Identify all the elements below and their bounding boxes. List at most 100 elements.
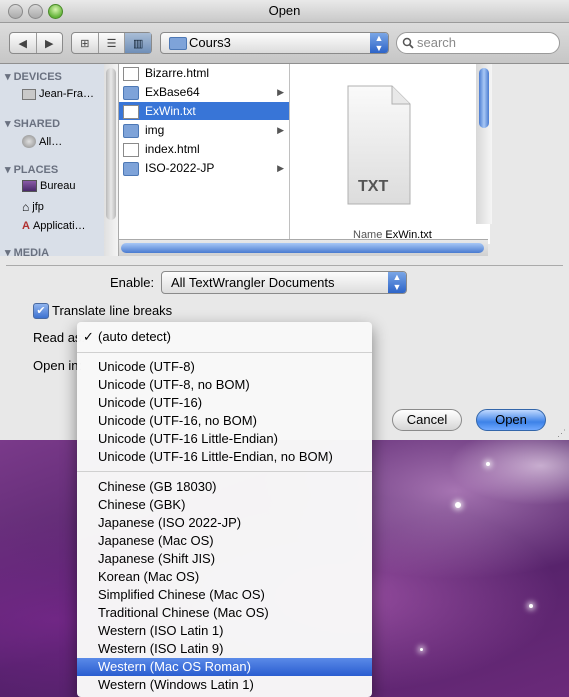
sidebar-header-places: ▾ PLACES (5, 164, 59, 176)
menu-item[interactable]: Western (ISO Latin 9) (77, 640, 372, 658)
menu-item[interactable]: Unicode (UTF-16 Little-Endian, no BOM) (77, 448, 372, 466)
chevron-right-icon: ▶ (45, 37, 54, 50)
file-name: ExWin.txt (145, 104, 196, 118)
checkmark-icon: ✔ (36, 305, 46, 317)
sidebar-item-label: All… (39, 135, 63, 148)
document-icon (123, 143, 139, 157)
translate-line-breaks-checkbox[interactable]: ✔ (33, 303, 49, 319)
path-popup[interactable]: Cours3 ▲ ▼ (160, 32, 389, 54)
file-name: ISO-2022-JP (145, 161, 215, 175)
popup-arrows-icon: ▲ ▼ (370, 33, 388, 53)
enable-value: All TextWrangler Documents (171, 275, 335, 290)
close-window-button[interactable] (8, 4, 23, 19)
document-icon (123, 105, 139, 119)
folder-row[interactable]: ISO-2022-JP ▶ (119, 159, 289, 177)
menu-item[interactable]: Unicode (UTF-16) (77, 394, 372, 412)
folder-icon (123, 162, 139, 176)
search-icon (402, 37, 414, 49)
sidebar-item-label: Jean-Fra… (39, 88, 95, 100)
folder-icon (123, 124, 139, 138)
list-view-button[interactable]: ☰ (99, 33, 126, 53)
sidebar: ▾ DEVICES Jean-Fra… ▾ SHARED All… ▾ PLAC… (0, 64, 119, 256)
menu-item[interactable]: Unicode (UTF-8) (77, 358, 372, 376)
sidebar-item-label: Bureau (40, 180, 76, 192)
menu-item-highlighted[interactable]: Western (Mac OS Roman) (77, 658, 372, 676)
sidebar-item-bureau[interactable]: Bureau (22, 180, 75, 192)
sidebar-item-applications[interactable]: A Applicati… (22, 220, 86, 232)
list-icon: ☰ (106, 37, 117, 50)
disclosure-arrow-icon: ▶ (277, 125, 284, 135)
horizontal-scrollbar[interactable] (119, 239, 488, 257)
open-button[interactable]: Open (476, 409, 546, 431)
minimize-window-button[interactable] (28, 4, 43, 19)
title-bar: Open (0, 0, 569, 23)
forward-button[interactable]: ▶ (37, 33, 63, 53)
column-view-button[interactable]: ▥ (125, 33, 152, 53)
popup-arrows-icon: ▲ ▼ (388, 272, 406, 293)
sidebar-item-computer[interactable]: Jean-Fra… (22, 88, 94, 100)
star-sparkle (420, 648, 423, 651)
resize-grip-icon[interactable]: ⋰ (557, 428, 567, 438)
scroll-thumb[interactable] (121, 243, 484, 253)
sidebar-header-shared: ▾ SHARED (5, 118, 61, 130)
scroll-thumb[interactable] (106, 68, 116, 220)
menu-separator (77, 471, 372, 472)
applications-icon: A (22, 220, 30, 232)
file-row[interactable]: Bizarre.html (119, 64, 289, 82)
divider (6, 265, 563, 266)
sidebar-item-jfp[interactable]: ⌂ jfp (22, 200, 44, 214)
folder-row[interactable]: img ▶ (119, 121, 289, 139)
folder-icon (169, 37, 187, 50)
sidebar-item-label: Applicati… (32, 220, 86, 232)
icon-view-button[interactable]: ⊞ (72, 33, 99, 53)
menu-item-auto-detect[interactable]: ✓ (auto detect) (77, 328, 372, 346)
file-row[interactable]: index.html (119, 140, 289, 158)
star-sparkle (486, 462, 490, 466)
open-in-label: Open in: (33, 358, 83, 373)
folder-icon (123, 86, 139, 100)
enable-popup[interactable]: All TextWrangler Documents ▲ ▼ (161, 271, 407, 294)
menu-item[interactable]: Korean (Mac OS) (77, 568, 372, 586)
sidebar-item-label: jfp (32, 201, 44, 213)
sidebar-item-all[interactable]: All… (22, 135, 62, 148)
cancel-button[interactable]: Cancel (392, 409, 462, 431)
sidebar-header-media: ▾ MEDIA (5, 247, 50, 256)
file-column: Bizarre.html ExBase64 ▶ ExWin.txt img ▶ … (119, 64, 290, 256)
file-name: index.html (145, 142, 200, 156)
window-title: Open (268, 3, 301, 18)
chevron-left-icon: ◀ (18, 37, 27, 50)
menu-item[interactable]: Unicode (UTF-8, no BOM) (77, 376, 372, 394)
menu-item[interactable]: Japanese (Mac OS) (77, 532, 372, 550)
file-row-selected[interactable]: ExWin.txt (119, 102, 289, 120)
preview-scrollbar[interactable] (476, 64, 492, 224)
search-field[interactable]: search (396, 32, 560, 54)
menu-item[interactable]: Chinese (GB 18030) (77, 478, 372, 496)
folder-row[interactable]: ExBase64 ▶ (119, 83, 289, 101)
back-forward-control: ◀ ▶ (9, 32, 63, 54)
menu-separator (77, 352, 372, 353)
zoom-window-button[interactable] (48, 4, 63, 19)
network-icon (22, 135, 36, 148)
menu-item[interactable]: Western (Windows Latin 1) (77, 676, 372, 694)
back-button[interactable]: ◀ (10, 33, 37, 53)
menu-item[interactable]: Western (ISO Latin 1) (77, 622, 372, 640)
grid-icon: ⊞ (80, 37, 90, 50)
disclosure-arrow-icon: ▶ (277, 87, 284, 97)
view-mode-control: ⊞ ☰ ▥ (71, 32, 152, 54)
menu-item[interactable]: Japanese (Shift JIS) (77, 550, 372, 568)
preview-badge: TXT (358, 178, 389, 195)
menu-item[interactable]: Simplified Chinese (Mac OS) (77, 586, 372, 604)
star-sparkle (529, 604, 533, 608)
file-name: ExBase64 (145, 85, 200, 99)
document-icon (123, 67, 139, 81)
computer-icon (22, 88, 36, 100)
menu-item[interactable]: Unicode (UTF-16 Little-Endian) (77, 430, 372, 448)
sidebar-scrollbar[interactable] (104, 64, 118, 256)
scroll-thumb[interactable] (479, 68, 489, 128)
menu-item[interactable]: Unicode (UTF-16, no BOM) (77, 412, 372, 430)
disclosure-arrow-icon: ▶ (277, 163, 284, 173)
translate-line-breaks-label: Translate line breaks (52, 303, 173, 318)
menu-item[interactable]: Chinese (GBK) (77, 496, 372, 514)
menu-item[interactable]: Japanese (ISO 2022-JP) (77, 514, 372, 532)
menu-item[interactable]: Traditional Chinese (Mac OS) (77, 604, 372, 622)
